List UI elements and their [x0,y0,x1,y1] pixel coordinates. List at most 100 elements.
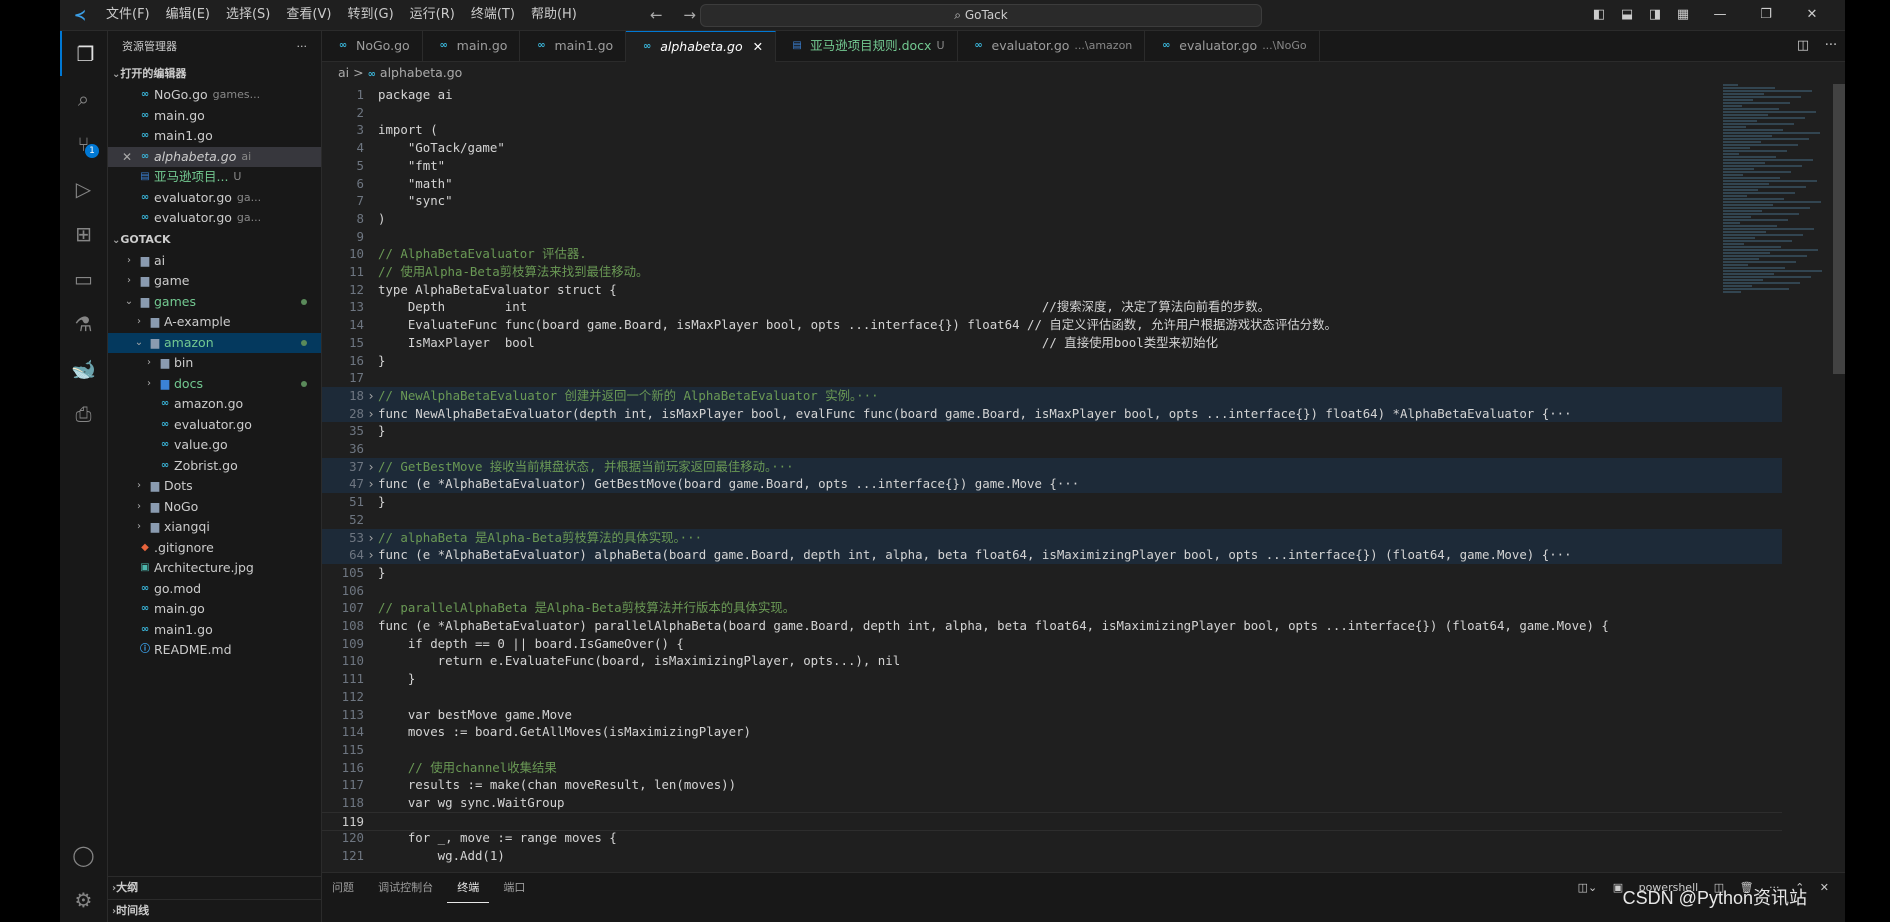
docker-icon[interactable]: 🐋 [60,346,107,391]
remote-explorer-icon[interactable]: ▭ [60,256,107,301]
code-line[interactable]: 1 package ai [322,86,1782,104]
code-line[interactable]: 105 } [322,564,1782,582]
tree-file[interactable]: ∞ go.mod [108,579,321,600]
tree-folder[interactable]: ⌄ ▆ games [108,292,321,313]
back-arrow-icon[interactable]: ← [650,6,663,24]
tab-main[interactable]: ∞ main.go [423,31,521,61]
code-line[interactable]: 17 [322,369,1782,387]
menu-edit[interactable]: 编辑(E) [158,0,218,30]
code-line[interactable]: 120 for _, move := range moves { [322,829,1782,847]
fold-gutter[interactable] [364,493,378,511]
code-line[interactable]: 9 [322,228,1782,246]
fold-collapsed-icon[interactable]: › [364,405,378,423]
open-editor-item[interactable]: ∞ main.go [108,106,321,127]
code-line[interactable]: 52 [322,511,1782,529]
fold-gutter[interactable] [364,422,378,440]
code-line[interactable]: 117 results := make(chan moveResult, len… [322,776,1782,794]
fold-collapsed-icon[interactable]: › [364,387,378,405]
code-line[interactable]: 110 return e.EvaluateFunc(board, isMaxim… [322,652,1782,670]
outline-section[interactable]: ›大纲 [108,876,321,899]
tab-ports[interactable]: 端口 [493,873,535,903]
code-line[interactable]: 15 IsMaxPlayer bool // 直接使用bool类型来初始化 [322,334,1782,352]
code-line[interactable]: 107 // parallelAlphaBeta 是Alpha-Beta剪枝算法… [322,599,1782,617]
tab-terminal[interactable]: 终端 [447,874,490,903]
code-line[interactable]: 12 type AlphaBetaEvaluator struct { [322,281,1782,299]
tree-file[interactable]: ∞ Zobrist.go [108,456,321,477]
tab-main1[interactable]: ∞ main1.go [520,31,627,61]
code-line[interactable]: 106 [322,582,1782,600]
fold-gutter[interactable] [364,316,378,334]
command-center-search[interactable]: ⌕ GoTack [700,4,1262,27]
fold-gutter[interactable] [364,228,378,246]
code-line[interactable]: 36 [322,440,1782,458]
code-line[interactable]: 51 } [322,493,1782,511]
menu-terminal[interactable]: 终端(T) [463,0,523,30]
fold-gutter[interactable] [364,564,378,582]
code-line[interactable]: 28 › func NewAlphaBetaEvaluator(depth int,… [322,404,1782,423]
fold-gutter[interactable] [364,121,378,139]
fold-gutter[interactable] [364,369,378,387]
more-actions-icon[interactable]: ··· [297,31,308,63]
tree-folder[interactable]: › ▆ A-example [108,312,321,333]
toggle-sidebar-icon[interactable]: ◧ [1585,0,1613,30]
close-icon[interactable]: ✕ [118,147,136,168]
tree-folder[interactable]: › ▆ NoGo [108,497,321,518]
open-editor-item[interactable]: ∞ evaluator.go ga... [108,208,321,229]
menu-selection[interactable]: 选择(S) [218,0,278,30]
fold-gutter[interactable] [364,706,378,724]
code-line[interactable]: 2 [322,104,1782,122]
code-line[interactable]: 109 if depth == 0 || board.IsGameOver() … [322,635,1782,653]
fold-gutter[interactable] [364,511,378,529]
tree-folder[interactable]: › ▆ Dots [108,476,321,497]
tree-file[interactable]: ∞ evaluator.go [108,415,321,436]
fold-gutter[interactable] [364,281,378,299]
fold-gutter[interactable] [364,829,378,847]
code-line[interactable]: 108 func (e *AlphaBetaEvaluator) paralle… [322,617,1782,635]
menu-run[interactable]: 运行(R) [402,0,463,30]
fold-gutter[interactable] [364,599,378,617]
tab-evaluator-nogo[interactable]: ∞ evaluator.go ...\NoGo [1145,31,1320,61]
scrollbar-thumb[interactable] [1833,84,1845,374]
tab-problems[interactable]: 问题 [322,873,364,903]
code-line[interactable]: 113 var bestMove game.Move [322,706,1782,724]
open-editor-item[interactable]: ▤ 亚马逊项目... U [108,167,321,188]
run-debug-icon[interactable]: ▷ [60,166,107,211]
code-line[interactable]: 115 [322,741,1782,759]
fold-gutter[interactable] [364,652,378,670]
code-line[interactable]: 112 [322,688,1782,706]
fold-collapsed-icon[interactable]: › [364,458,378,476]
menu-go[interactable]: 转到(G) [339,0,401,30]
tab-amazon-doc[interactable]: ▤ 亚马逊项目规则.docx U [776,31,958,61]
fold-gutter[interactable] [364,334,378,352]
more-actions-icon[interactable]: ··· [1817,31,1845,61]
split-editor-icon[interactable]: ◫ [1789,31,1817,61]
tree-file[interactable]: ∞ main.go [108,599,321,620]
tree-folder[interactable]: › ▆ xiangqi [108,517,321,538]
code-line[interactable]: 37 ›// GetBestMove 接收当前棋盘状态, 并根据当前玩家返回最佳移… [322,457,1782,476]
code-editor[interactable]: 1 package ai 2 3 import (4 "GoTack/game" 5… [322,84,1845,872]
fold-gutter[interactable] [364,139,378,157]
code-line[interactable]: 47 › func (e *AlphaBetaEvaluator) GetBestM… [322,475,1782,494]
testing-icon[interactable]: ⚗ [60,301,107,346]
code-line[interactable]: 64 › func (e *AlphaBetaEvaluator) alphaBet… [322,546,1782,564]
open-editor-item[interactable]: ∞ NoGo.go games... [108,85,321,106]
go-extension-icon[interactable]: ⎙ [60,391,107,436]
code-line[interactable]: 3 import ( [322,121,1782,139]
minimize-button[interactable]: — [1697,0,1743,30]
code-line[interactable]: 114 moves := board.GetAllMoves(isMaximiz… [322,723,1782,741]
fold-gutter[interactable] [364,617,378,635]
tree-folder[interactable]: › ▆ bin [108,353,321,374]
code-line[interactable]: 7 "sync" [322,192,1782,210]
fold-gutter[interactable] [364,759,378,777]
vertical-scrollbar[interactable] [1833,84,1845,872]
tree-file[interactable]: ∞ value.go [108,435,321,456]
code-line[interactable]: 116 // 使用channel收集结果 [322,759,1782,777]
menu-view[interactable]: 查看(V) [278,0,339,30]
extensions-icon[interactable]: ⊞ [60,211,107,256]
settings-gear-icon[interactable]: ⚙ [60,877,107,922]
fold-gutter[interactable] [364,670,378,688]
explorer-icon[interactable]: ❐ [60,31,109,76]
fold-gutter[interactable] [364,175,378,193]
fold-gutter[interactable] [364,104,378,122]
code-line[interactable]: 53 ›// alphaBeta 是Alpha-Beta剪枝算法的具体实现。··· [322,528,1782,547]
